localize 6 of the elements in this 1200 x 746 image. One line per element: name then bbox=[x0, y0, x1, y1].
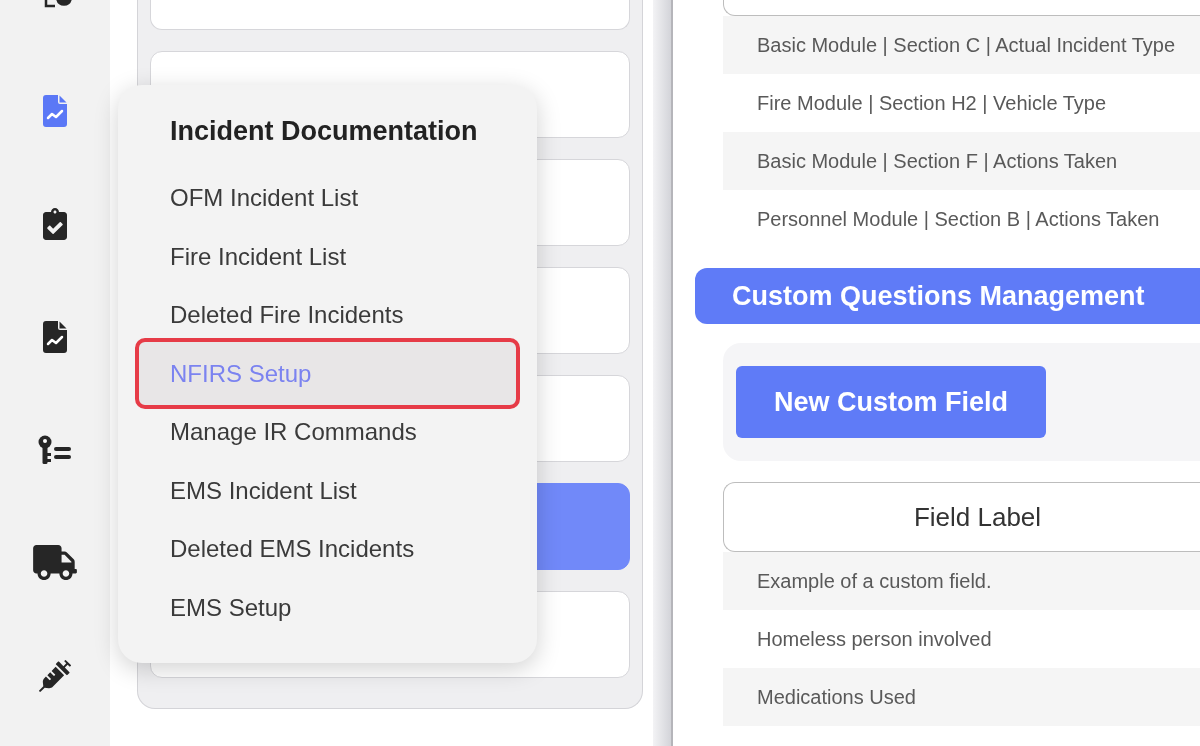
table-cell: Medications Used bbox=[723, 668, 1200, 726]
section-header: Custom Questions Management bbox=[695, 268, 1200, 324]
menu-title: Incident Documentation bbox=[169, 117, 479, 145]
table-cell: Basic Module | Section C | Actual Incident Type bbox=[723, 16, 1200, 74]
table-cell: Basic Module | Section F | Actions Taken bbox=[723, 132, 1200, 190]
table-cell: Example of a custom field. bbox=[723, 552, 1200, 610]
